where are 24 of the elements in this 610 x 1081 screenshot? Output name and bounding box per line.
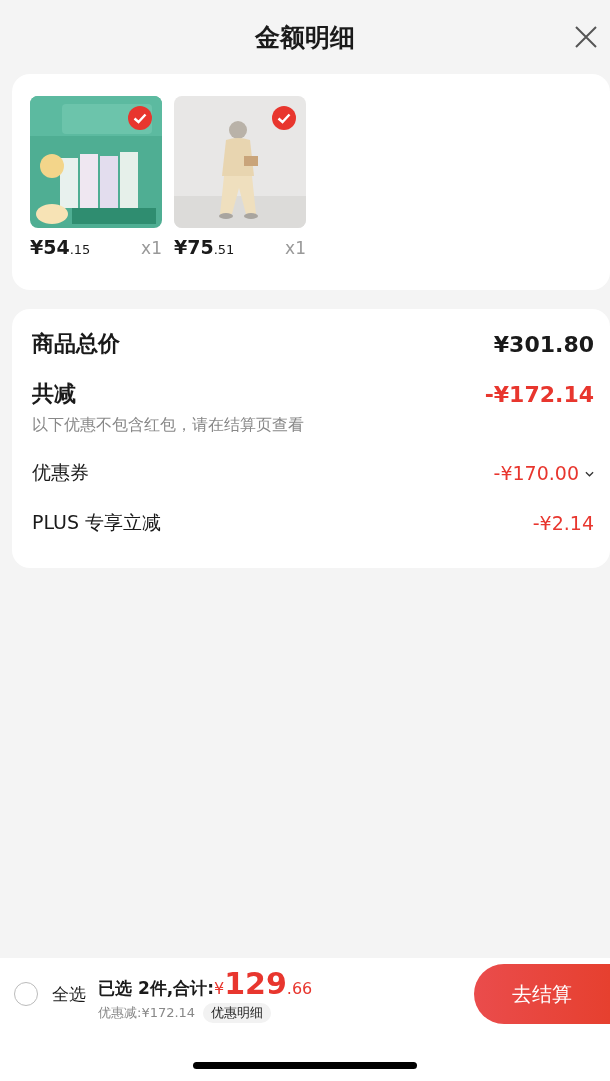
product-quantity: x1: [285, 238, 306, 258]
discount-detail-button[interactable]: 优惠明细: [203, 1002, 272, 1023]
total-value: ¥301.80: [493, 331, 594, 357]
discount-label: 优惠券: [32, 460, 89, 485]
check-icon[interactable]: [128, 106, 152, 130]
discount-label: PLUS 专享立减: [32, 510, 162, 535]
selected-summary: 已选 2件,合计:: [98, 976, 214, 1000]
product-quantity: x1: [141, 238, 162, 258]
discount-summary: 优惠减:¥172.14: [98, 1003, 196, 1022]
caret-icon[interactable]: [585, 471, 594, 477]
total-label: 商品总价: [32, 330, 120, 358]
discount-value[interactable]: -¥170.00: [493, 462, 579, 484]
reduction-label: 共减: [32, 380, 76, 408]
reduction-note: 以下优惠不包含红包，请在结算页查看: [32, 415, 305, 436]
select-all-label[interactable]: 全选: [52, 982, 86, 1006]
product-price: ¥75.51: [174, 236, 235, 258]
product-price: ¥54.15: [30, 236, 91, 258]
close-icon[interactable]: [574, 25, 598, 49]
reduction-value: -¥172.14: [484, 381, 594, 407]
check-icon[interactable]: [272, 106, 296, 130]
dialog-title: 金额明细: [255, 21, 355, 54]
total-price: ¥129.66: [214, 965, 313, 1001]
discount-value: -¥2.14: [532, 512, 594, 534]
checkout-button[interactable]: 去结算: [474, 964, 610, 1024]
